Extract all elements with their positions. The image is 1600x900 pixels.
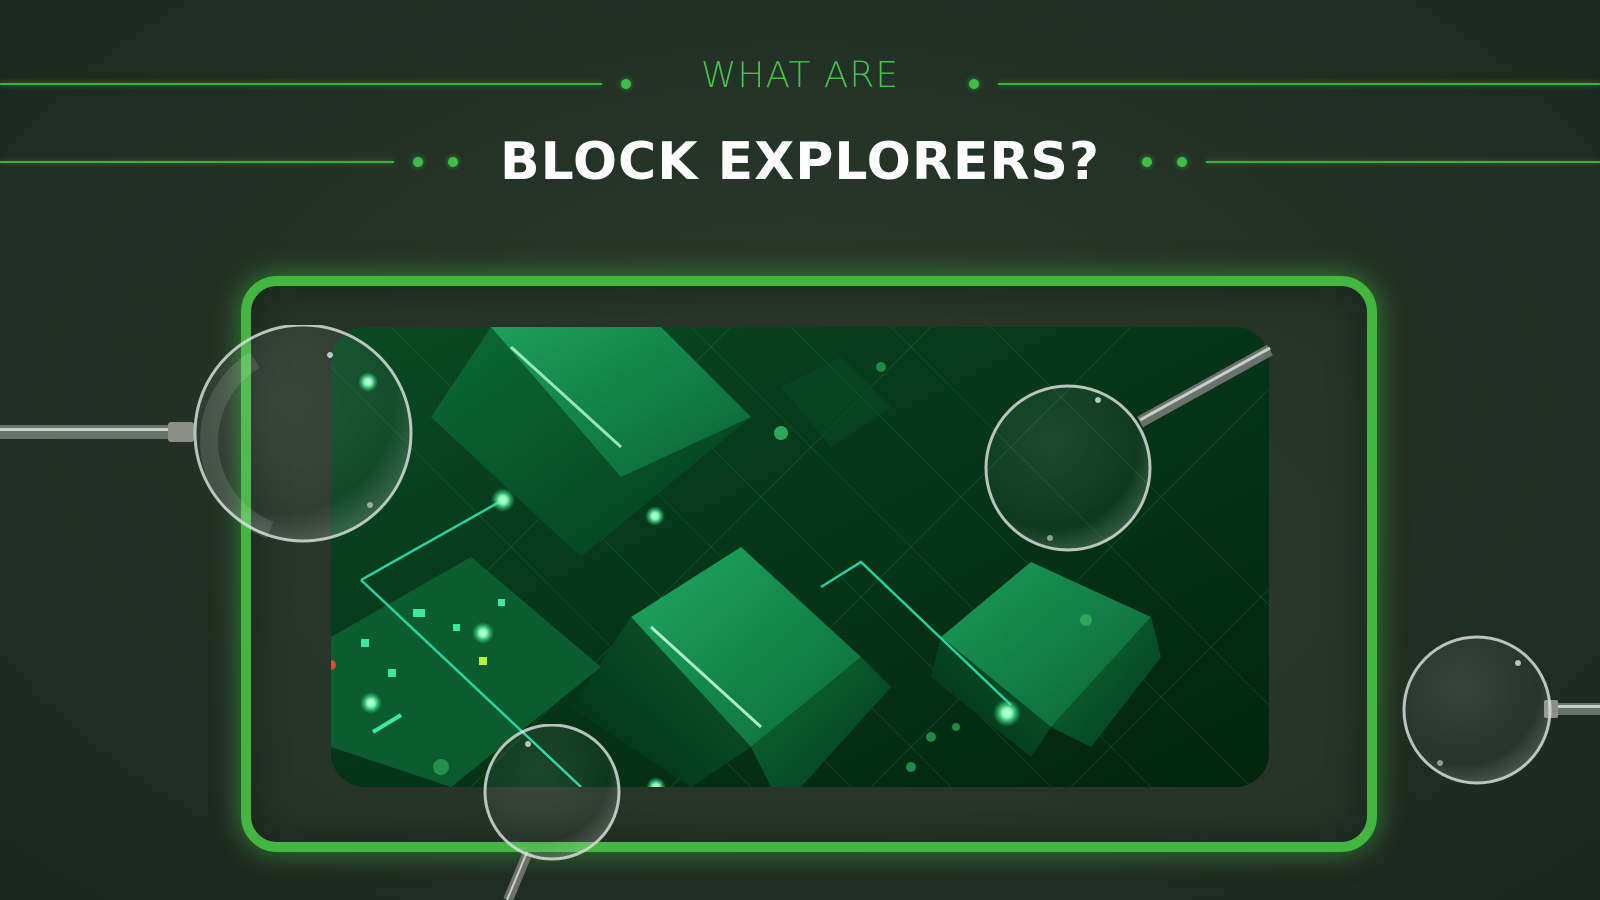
subtitle: WHAT ARE: [700, 55, 900, 96]
magnifying-glass-icon: [0, 325, 413, 543]
magnifying-glass-icon: [483, 724, 621, 900]
magnifying-glass-icon: [984, 344, 1273, 552]
page-title: BLOCK EXPLORERS?: [499, 132, 1101, 192]
magnifying-glass-icon: [1402, 635, 1600, 785]
